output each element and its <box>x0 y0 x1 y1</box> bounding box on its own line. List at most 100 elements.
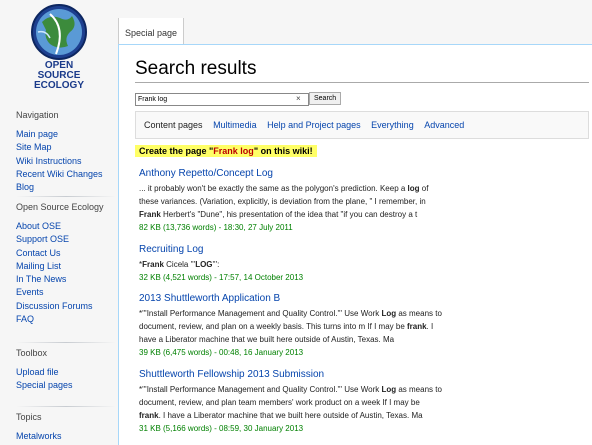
profile-multimedia[interactable]: Multimedia <box>213 120 257 130</box>
snippet-text: Herbert's "Dune", his presentation of th… <box>160 210 418 219</box>
snippet-line: have a Liberator machine that we built h… <box>139 333 579 346</box>
snippet-text: document, review, and plan team members'… <box>139 398 420 407</box>
portal-ose: Open Source Ecology About OSE Support OS… <box>16 196 116 326</box>
snippet-text: *'''Install Performance Management and Q… <box>139 309 382 318</box>
search-result: 2013 Shuttleworth Application B *'''Inst… <box>139 293 579 359</box>
nav-blog[interactable]: Blog <box>16 181 103 194</box>
result-snippet: ... it probably won't be exactly the sam… <box>139 182 579 221</box>
profile-advanced[interactable]: Advanced <box>424 120 464 130</box>
search-input[interactable] <box>135 93 309 106</box>
snippet-text: as means to <box>396 309 442 318</box>
search-result: Shuttleworth Fellowship 2013 Submission … <box>139 369 579 435</box>
nav-recent-changes[interactable]: Recent Wiki Changes <box>16 168 103 181</box>
snippet-text: these variances. (Variation, explicitly,… <box>139 197 426 206</box>
portal-divider <box>16 406 116 407</box>
nav-metalworks[interactable]: Metalworks <box>16 430 62 443</box>
snippet-text: document, review, and plan on a weekly b… <box>139 322 407 331</box>
portal-heading-topics: Topics <box>16 412 42 422</box>
result-meta: 32 KB (4,521 words) - 17:57, 14 October … <box>139 273 304 282</box>
content-area: Search results × Search Content pages Mu… <box>118 44 592 445</box>
snippet-text: *'''Install Performance Management and Q… <box>139 385 382 394</box>
result-title-link[interactable]: Recruiting Log <box>139 244 579 255</box>
snippet-text: as means to <box>396 385 442 394</box>
nav-discussion-forums[interactable]: Discussion Forums <box>16 300 104 313</box>
nav-main-page[interactable]: Main page <box>16 128 103 141</box>
tab-special-page[interactable]: Special page <box>118 18 185 44</box>
nav-mailing-list[interactable]: Mailing List <box>16 260 104 273</box>
result-title-link[interactable]: 2013 Shuttleworth Application B <box>139 293 579 304</box>
result-snippet: *Frank Cicela '''LOG''': <box>139 258 579 271</box>
snippet-match: Frank <box>142 260 164 269</box>
nav-in-the-news[interactable]: In The News <box>16 273 104 286</box>
create-page-link[interactable]: Frank log <box>213 146 254 156</box>
profile-help-project[interactable]: Help and Project pages <box>267 120 361 130</box>
navigation-list: Main page Site Map Wiki Instructions Rec… <box>16 128 103 194</box>
portal-heading-toolbox: Toolbox <box>16 348 48 358</box>
ose-logo[interactable]: OPEN SOURCE ECOLOGY <box>20 2 98 92</box>
snippet-match: Log <box>381 385 397 394</box>
snippet-line: ... it probably won't be exactly the sam… <box>139 182 579 195</box>
create-page-notice: Create the page "Frank log" on this wiki… <box>135 145 317 157</box>
nav-upload-file[interactable]: Upload file <box>16 366 73 379</box>
nav-wiki-instructions[interactable]: Wiki Instructions <box>16 155 103 168</box>
snippet-match: log <box>407 184 420 193</box>
profile-content-pages[interactable]: Content pages <box>144 120 203 130</box>
portal-toolbox: Toolbox Upload file Special pages <box>16 342 116 393</box>
snippet-text: Cicela ''' <box>163 260 196 269</box>
snippet-match: frank <box>406 322 427 331</box>
portal-heading-ose: Open Source Ecology <box>16 202 104 212</box>
snippet-line: *'''Install Performance Management and Q… <box>139 307 579 320</box>
snippet-line: these variances. (Variation, explicitly,… <box>139 195 579 208</box>
portal-heading-navigation: Navigation <box>16 110 59 120</box>
result-snippet: *'''Install Performance Management and Q… <box>139 307 579 346</box>
snippet-text: . I <box>426 322 434 331</box>
search-result: Anthony Repetto/Concept Log ... it proba… <box>139 168 579 234</box>
snippet-line: *Frank Cicela '''LOG''': <box>139 258 579 271</box>
result-meta: 31 KB (5,166 words) - 08:59, 30 January … <box>139 424 304 433</box>
search-profile-bar: Content pages Multimedia Help and Projec… <box>135 111 589 139</box>
snippet-line: document, review, and plan team members'… <box>139 396 579 409</box>
portal-navigation: Navigation Main page Site Map Wiki Instr… <box>16 110 103 194</box>
result-meta: 39 KB (6,475 words) - 00:48, 16 January … <box>139 348 304 357</box>
nav-events[interactable]: Events <box>16 286 104 299</box>
portal-divider <box>16 196 116 197</box>
snippet-match: frank <box>139 411 159 420</box>
snippet-text: have a Liberator machine that we built h… <box>139 335 395 344</box>
nav-contact-us[interactable]: Contact Us <box>16 247 104 260</box>
topics-list: Metalworks <box>16 430 62 443</box>
snippet-text: ... it probably won't be exactly the sam… <box>139 184 408 193</box>
globe-logo-icon: OPEN SOURCE ECOLOGY <box>31 4 87 91</box>
page-title: Search results <box>135 58 257 79</box>
snippet-line: Frank Herbert's "Dune", his presentation… <box>139 208 579 221</box>
nav-faq[interactable]: FAQ <box>16 313 104 326</box>
profile-everything[interactable]: Everything <box>371 120 414 130</box>
nav-special-pages[interactable]: Special pages <box>16 379 73 392</box>
snippet-line: *'''Install Performance Management and Q… <box>139 383 579 396</box>
create-page-prefix: Create the page " <box>139 146 214 156</box>
sidebar: OPEN SOURCE ECOLOGY Navigation Main page… <box>0 0 118 444</box>
result-title-link[interactable]: Shuttleworth Fellowship 2013 Submission <box>139 369 579 380</box>
snippet-line: frank. I have a Liberator machine that w… <box>139 409 579 422</box>
snippet-match: Frank <box>139 210 161 219</box>
result-meta: 82 KB (13,736 words) - 18:30, 27 July 20… <box>139 223 293 232</box>
nav-site-map[interactable]: Site Map <box>16 141 103 154</box>
portal-divider <box>16 342 116 343</box>
snippet-match: LOG <box>195 260 213 269</box>
nav-support-ose[interactable]: Support OSE <box>16 233 104 246</box>
result-snippet: *'''Install Performance Management and Q… <box>139 383 579 422</box>
result-title-link[interactable]: Anthony Repetto/Concept Log <box>139 168 579 179</box>
title-divider <box>135 82 589 83</box>
clear-icon[interactable]: × <box>296 93 301 105</box>
portal-topics: Topics Metalworks <box>16 406 116 443</box>
search-button[interactable]: Search <box>309 92 342 105</box>
snippet-text: . I have a Liberator machine that we bui… <box>158 411 423 420</box>
search-result: Recruiting Log *Frank Cicela '''LOG''': … <box>139 244 579 284</box>
snippet-text: ''': <box>212 260 220 269</box>
nav-about-ose[interactable]: About OSE <box>16 220 104 233</box>
svg-text:ECOLOGY: ECOLOGY <box>34 80 84 91</box>
toolbox-list: Upload file Special pages <box>16 366 73 393</box>
create-page-suffix: " on this wiki! <box>253 146 313 156</box>
snippet-match: Log <box>381 309 397 318</box>
tab-bar: Special page <box>118 18 592 44</box>
ose-list: About OSE Support OSE Contact Us Mailing… <box>16 220 104 326</box>
